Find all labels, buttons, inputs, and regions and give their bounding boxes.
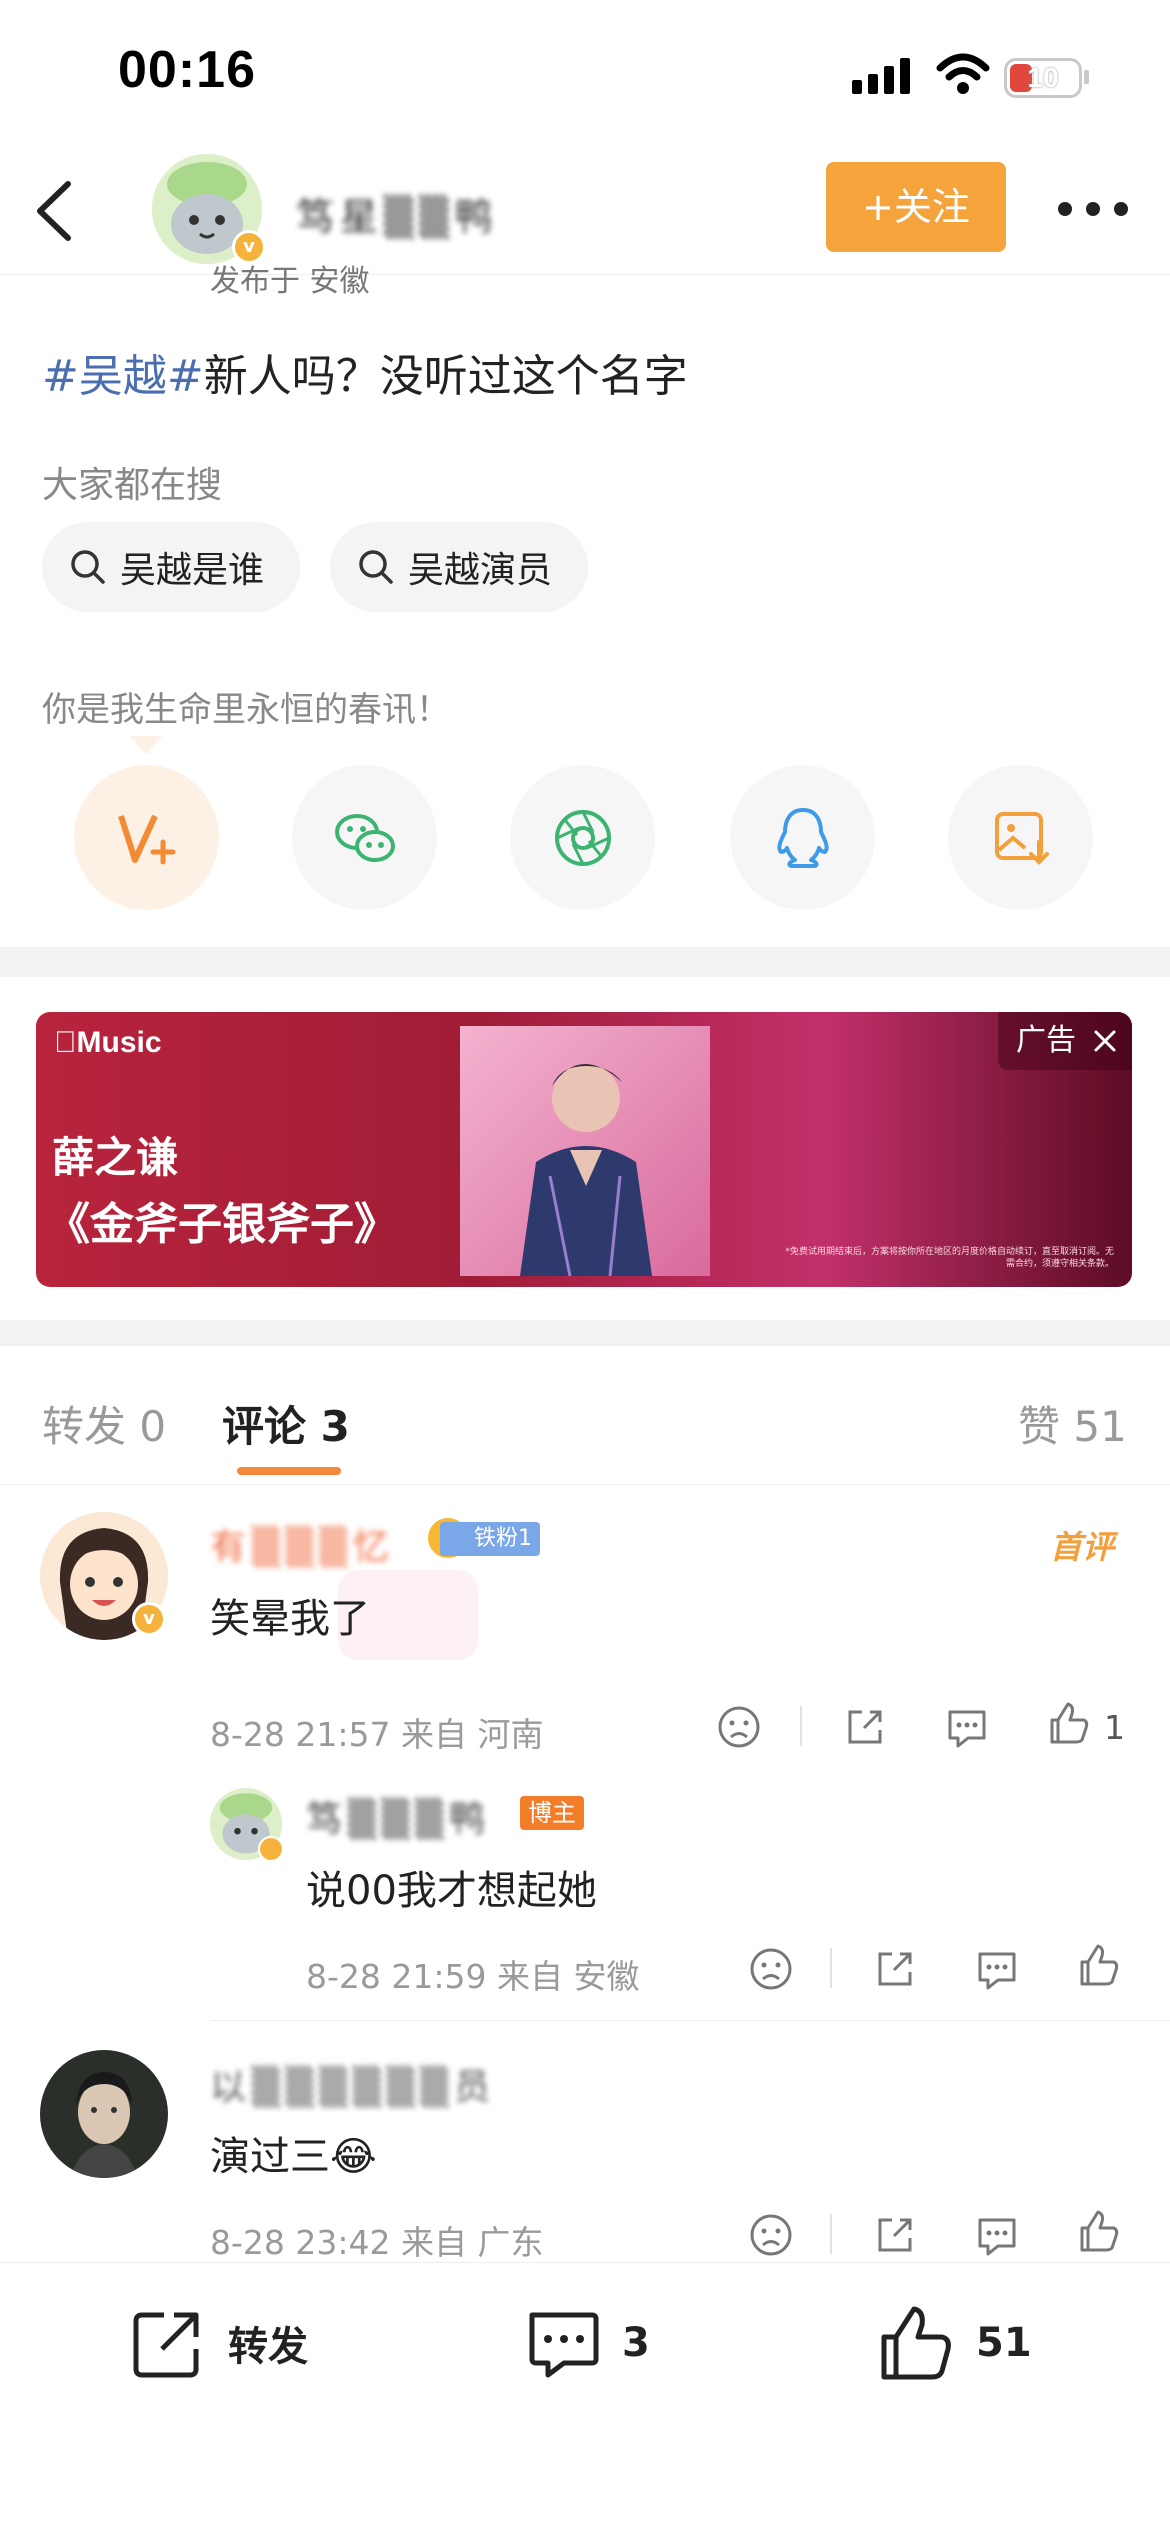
reply-text: 说00我才想起她 (306, 1868, 597, 1914)
tab-likes[interactable]: 赞 51 (1018, 1393, 1127, 1454)
dislike-icon[interactable] (748, 1946, 794, 1992)
comment-count: 3 (622, 2320, 650, 2366)
search-icon (71, 550, 105, 584)
signal-icon (852, 58, 910, 94)
publish-location: 发布于 安徽 (210, 264, 370, 299)
post-text: #吴越#新人吗？没听过这个名字 (42, 340, 688, 404)
like-icon[interactable] (1046, 1700, 1092, 1746)
reply-icon[interactable] (944, 1704, 990, 1750)
reply-meta: 8-28 21:59 来自 安徽 (306, 1957, 640, 1996)
wifi-icon (936, 53, 990, 94)
reply-icon[interactable] (974, 1946, 1020, 1992)
repost-label: 转发 (228, 2324, 308, 2370)
status-bar: 00:16 10 (0, 0, 1170, 150)
search-chip[interactable]: 吴越是谁 (42, 522, 301, 612)
post-body: 新人吗？没听过这个名字 (203, 351, 688, 402)
laugh-cry-emoji: 😂 (330, 2134, 377, 2180)
share-icon[interactable] (872, 1946, 918, 1992)
save-image-button[interactable] (948, 765, 1093, 910)
share-moments-button[interactable] (510, 765, 655, 910)
author-name[interactable]: 笃星▒▒鸭 (296, 186, 498, 241)
repost-icon (133, 2312, 199, 2378)
commenter-name[interactable]: 以▒▒▒▒▒▒员 (210, 2058, 496, 2110)
comment-divider (210, 2020, 1170, 2021)
wechat-icon (334, 813, 395, 862)
share-icon[interactable] (872, 2212, 918, 2258)
like-icon[interactable] (1076, 1942, 1122, 1988)
share-icon[interactable] (842, 1704, 888, 1750)
album-cover (460, 1026, 710, 1276)
like-count: 1 (1104, 1708, 1125, 1747)
search-chip-label: 吴越是谁 (120, 550, 265, 591)
share-slogan: 你是我生命里永恒的春讯！ (42, 690, 450, 730)
tab-comments[interactable]: 评论 3 (222, 1393, 350, 1454)
singer-photo (460, 1026, 710, 1276)
portrait-avatar (40, 2050, 168, 2178)
post-header: v 笃星▒▒鸭 +关注 (0, 150, 1170, 275)
weibo-icon (117, 814, 175, 864)
comment-meta: 8-28 23:42 来自 广东 (210, 2223, 544, 2262)
commenter-avatar[interactable] (40, 2050, 168, 2178)
like-button[interactable]: 51 (876, 2263, 1032, 2423)
comment-icon (529, 2312, 599, 2378)
active-tab-indicator (237, 1467, 341, 1475)
dislike-icon[interactable] (716, 1704, 762, 1750)
verified-badge-icon (258, 1836, 284, 1862)
moments-icon (554, 809, 611, 866)
battery-level: 10 (1027, 62, 1059, 93)
comment-meta: 8-28 21:57 来自 河南 (210, 1715, 544, 1754)
apple-icon:  (54, 1026, 77, 1059)
reply-icon[interactable] (974, 2212, 1020, 2258)
author-badge: 博主 (520, 1796, 584, 1830)
section-divider (0, 1320, 1170, 1346)
verified-badge-icon: v (132, 1602, 166, 1636)
share-wechat-button[interactable] (292, 765, 437, 910)
tab-repost[interactable]: 转发 0 (42, 1393, 166, 1454)
commenter-name[interactable]: 有▒▒▒忆 (210, 1518, 395, 1570)
ad-song: 《金斧子银斧子》 (46, 1199, 398, 1250)
repost-button[interactable]: 转发 (128, 2263, 308, 2423)
status-time: 00:16 (118, 41, 256, 99)
search-chip[interactable]: 吴越演员 (330, 522, 589, 612)
like-icon[interactable] (1076, 2208, 1122, 2254)
hashtag-link[interactable]: #吴越# (42, 351, 204, 402)
section-divider (0, 947, 1170, 977)
save-image-icon (994, 811, 1049, 865)
bottom-action-bar: 转发 3 51 (0, 2262, 1170, 2532)
back-icon[interactable] (30, 178, 80, 244)
ad-artist: 薛之谦 (52, 1133, 179, 1182)
author-avatar[interactable]: v (152, 154, 266, 264)
ad-banner[interactable]: Music 薛之谦 《金斧子银斧子》 广告 *免费试用期结束后，方案将按你所在… (36, 1012, 1132, 1287)
tip-arrow (130, 736, 162, 754)
search-chip-label: 吴越演员 (408, 550, 553, 591)
comment-text: 笑晕我了 (210, 1596, 370, 1642)
first-comment-badge: 首评 (1050, 1528, 1115, 1566)
share-row (0, 765, 1170, 915)
share-weibo-button[interactable] (74, 765, 219, 910)
share-qq-button[interactable] (730, 765, 875, 910)
ad-disclaimer: *免费试用期结束后，方案将按你所在地区的月度价格自动续订，直至取消订阅。无需合约… (785, 1247, 1114, 1269)
trending-search-label: 大家都在搜 (42, 465, 223, 506)
search-icon (359, 550, 393, 584)
dislike-icon[interactable] (748, 2212, 794, 2258)
reply-author-name[interactable]: 笃▒▒▒鸭 (306, 1790, 491, 1842)
fan-badge: 铁粉1 (440, 1522, 540, 1556)
close-icon[interactable] (1090, 1026, 1120, 1056)
apple-music-logo: Music (54, 1026, 162, 1059)
comment-button[interactable]: 3 (522, 2263, 650, 2423)
battery-icon: 10 (1004, 58, 1082, 98)
like-icon (881, 2306, 951, 2380)
comment-text: 演过三😂 (210, 2134, 377, 2180)
interaction-tabs: 转发 0 评论 3 赞 51 (0, 1345, 1170, 1485)
like-count: 51 (976, 2320, 1032, 2366)
more-icon[interactable] (1058, 202, 1128, 218)
qq-icon (776, 807, 829, 868)
follow-button[interactable]: +关注 (826, 162, 1006, 252)
